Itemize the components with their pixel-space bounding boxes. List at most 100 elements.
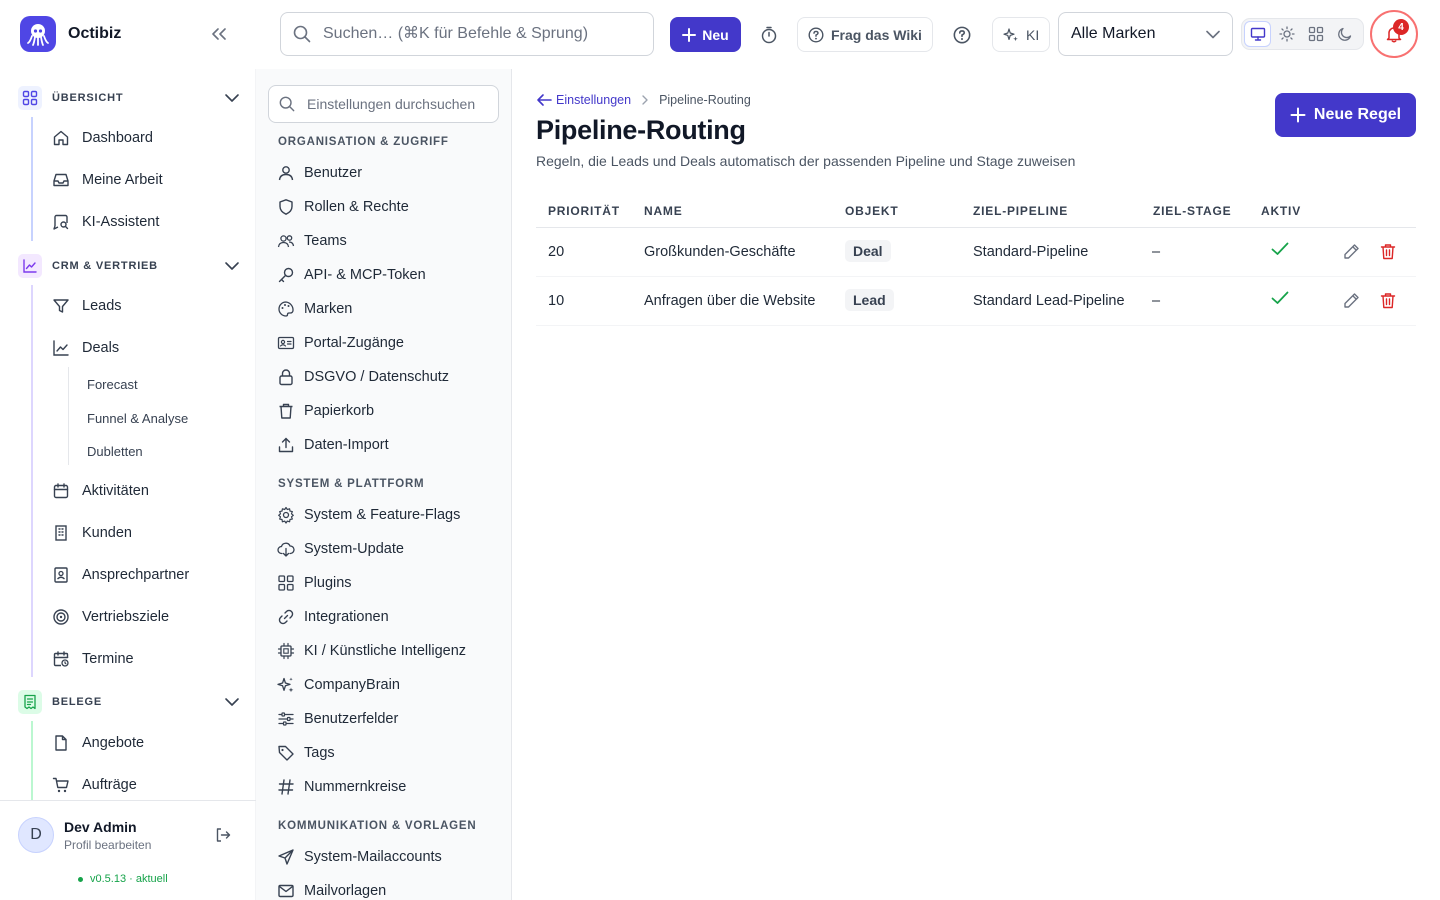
ai-button[interactable]: KI: [992, 17, 1051, 52]
settings-item-brands[interactable]: Marken: [277, 298, 352, 320]
users-icon: [277, 232, 295, 250]
column-header-name[interactable]: NAME: [644, 204, 683, 218]
chevron-down-icon: [225, 262, 239, 270]
column-header-stage[interactable]: ZIEL-STAGE: [1153, 204, 1231, 218]
global-search-input[interactable]: [323, 25, 643, 43]
settings-item-ai[interactable]: KI / Künstliche Intelligenz: [277, 640, 466, 662]
sidebar-item-activities[interactable]: Aktivitäten: [52, 479, 149, 503]
settings-item-custom-fields[interactable]: Benutzerfelder: [277, 708, 398, 730]
sidebar-item-label: KI-Assistent: [82, 214, 160, 230]
settings-search[interactable]: [268, 85, 499, 123]
settings-item-mail-templates[interactable]: Mailvorlagen: [277, 880, 386, 900]
delete-icon[interactable]: [1380, 243, 1396, 260]
sidebar-item-label: Vertriebsziele: [82, 609, 170, 625]
collapse-sidebar-icon[interactable]: [208, 24, 230, 44]
settings-item-api-tokens[interactable]: API- & MCP-Token: [277, 264, 426, 286]
edit-profile-link[interactable]: Profil bearbeiten: [64, 838, 151, 852]
rule-name[interactable]: Anfragen über die Website: [644, 293, 815, 309]
sidebar-subitem-duplicates[interactable]: Dubletten: [87, 444, 143, 459]
sidebar-item-label: Aufträge: [82, 777, 137, 793]
sidebar-subitem-forecast[interactable]: Forecast: [87, 377, 138, 392]
table-row[interactable]: 20 Großkunden-Geschäfte Deal Standard-Pi…: [536, 228, 1416, 277]
settings-item-integrations[interactable]: Integrationen: [277, 606, 389, 628]
settings-item-label: Benutzer: [304, 165, 363, 181]
hash-icon: [277, 778, 295, 796]
settings-item-label: System-Update: [304, 541, 404, 557]
calendar-clock-icon: [52, 650, 70, 668]
building-icon: [52, 524, 70, 542]
sun-icon[interactable]: [1273, 21, 1300, 47]
settings-item-trash[interactable]: Papierkorb: [277, 400, 374, 422]
rule-name[interactable]: Großkunden-Geschäfte: [644, 244, 796, 260]
settings-item-companybrain[interactable]: CompanyBrain: [277, 674, 400, 696]
settings-item-teams[interactable]: Teams: [277, 230, 347, 252]
sidebar-section-label: ÜBERSICHT: [52, 92, 124, 104]
home-icon: [52, 129, 70, 147]
top-bar: Octibiz Neu Frag das Wiki KI Alle Marken: [0, 0, 1440, 69]
column-header-pipeline[interactable]: ZIEL-PIPELINE: [973, 204, 1068, 218]
settings-search-input[interactable]: [307, 96, 497, 112]
sidebar-item-label: Termine: [82, 651, 134, 667]
notifications-button[interactable]: 4: [1370, 10, 1418, 58]
table-row[interactable]: 10 Anfragen über die Website Lead Standa…: [536, 277, 1416, 326]
settings-item-roles[interactable]: Rollen & Rechte: [277, 196, 409, 218]
settings-item-number-ranges[interactable]: Nummernkreise: [277, 776, 406, 798]
sidebar-item-sales-goals[interactable]: Vertriebsziele: [52, 605, 169, 629]
delete-icon[interactable]: [1380, 292, 1396, 309]
column-header-active[interactable]: AKTIV: [1261, 204, 1301, 218]
settings-item-system-update[interactable]: System-Update: [277, 538, 404, 560]
new-rule-button[interactable]: Neue Regel: [1275, 93, 1416, 137]
check-icon: [1271, 291, 1289, 305]
timer-icon[interactable]: [757, 23, 781, 47]
edit-icon[interactable]: [1343, 243, 1360, 260]
sidebar-item-customers[interactable]: Kunden: [52, 521, 132, 545]
sidebar-section-overview[interactable]: ÜBERSICHT: [18, 86, 240, 110]
grid-icon[interactable]: [1303, 21, 1330, 47]
sidebar-subitem-funnel[interactable]: Funnel & Analyse: [87, 411, 188, 426]
brand-filter-select[interactable]: Alle Marken: [1058, 12, 1233, 56]
brand[interactable]: Octibiz: [20, 16, 121, 52]
filter-icon: [52, 297, 70, 315]
settings-item-data-import[interactable]: Daten-Import: [277, 434, 389, 456]
edit-icon[interactable]: [1343, 292, 1360, 309]
ask-wiki-button[interactable]: Frag das Wiki: [797, 17, 933, 52]
sidebar-item-appointments[interactable]: Termine: [52, 647, 134, 671]
rule-target-stage: –: [1152, 244, 1161, 260]
chevron-right-icon: [641, 95, 649, 105]
new-button[interactable]: Neu: [670, 17, 741, 52]
sidebar-item-dashboard[interactable]: Dashboard: [52, 126, 153, 150]
sidebar-item-deals[interactable]: Deals: [52, 336, 119, 360]
sidebar-item-contacts[interactable]: Ansprechpartner: [52, 563, 189, 587]
monitor-icon[interactable]: [1244, 21, 1272, 47]
column-header-object[interactable]: OBJEKT: [845, 204, 898, 218]
main-content: Einstellungen Pipeline-Routing Pipeline-…: [512, 69, 1440, 900]
global-search[interactable]: [280, 12, 654, 56]
object-badge: Lead: [845, 289, 894, 311]
settings-item-feature-flags[interactable]: System & Feature-Flags: [277, 504, 460, 526]
logout-icon[interactable]: [214, 826, 232, 844]
sidebar-item-my-work[interactable]: Meine Arbeit: [52, 168, 163, 192]
search-icon: [293, 25, 311, 43]
settings-item-system-mail[interactable]: System-Mailaccounts: [277, 846, 442, 868]
page-title: Pipeline-Routing: [536, 115, 746, 145]
sidebar-item-quotes[interactable]: Angebote: [52, 731, 144, 755]
settings-item-plugins[interactable]: Plugins: [277, 572, 352, 594]
settings-item-portal-access[interactable]: Portal-Zugänge: [277, 332, 404, 354]
check-icon: [1271, 242, 1289, 256]
breadcrumb-back-link[interactable]: Einstellungen: [536, 93, 631, 107]
sidebar-item-leads[interactable]: Leads: [52, 294, 122, 318]
sidebar-section-documents[interactable]: BELEGE: [18, 690, 240, 714]
sidebar-section-crm[interactable]: CRM & VERTRIEB: [18, 254, 240, 278]
settings-item-label: Rollen & Rechte: [304, 199, 409, 215]
avatar[interactable]: D: [18, 817, 54, 853]
trending-icon: [52, 339, 70, 357]
settings-item-users[interactable]: Benutzer: [277, 162, 362, 184]
sidebar-item-orders[interactable]: Aufträge: [52, 773, 137, 797]
column-header-priority[interactable]: PRIORITÄT: [548, 204, 620, 218]
help-icon[interactable]: [950, 23, 974, 47]
settings-item-gdpr[interactable]: DSGVO / Datenschutz: [277, 366, 449, 388]
settings-item-tags[interactable]: Tags: [277, 742, 335, 764]
sidebar-item-ai-assistant[interactable]: KI-Assistent: [52, 210, 159, 234]
octopus-logo-icon: [20, 16, 56, 52]
moon-icon[interactable]: [1332, 21, 1359, 47]
